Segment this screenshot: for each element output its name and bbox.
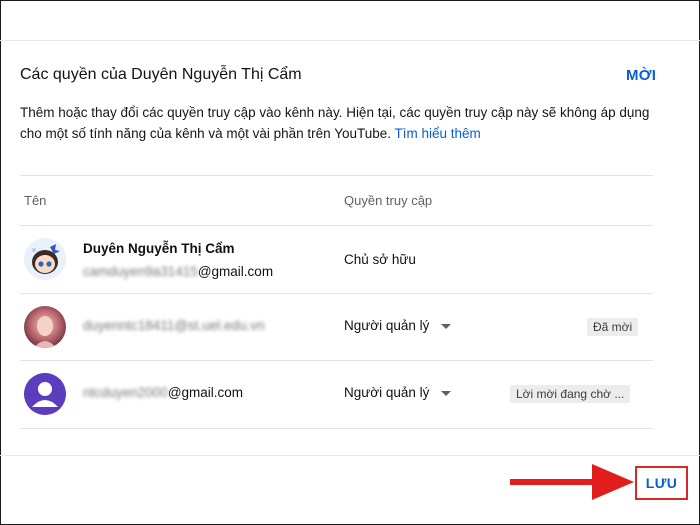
photo-avatar-icon (24, 306, 66, 348)
email-domain: @gmail.com (167, 385, 244, 400)
row-owner-name: Duyên Nguyễn Thị Cẩm (83, 241, 235, 256)
caret-down-icon (441, 390, 452, 396)
header-name: Tên (24, 193, 47, 208)
role-label: Người quản lý (344, 318, 430, 333)
role-select-manager-2[interactable]: Người quản lý (344, 385, 452, 400)
table-divider (20, 428, 653, 429)
email-user-blurred: duyenntc18411@st.uel.edu.vn (83, 318, 265, 333)
cartoon-girl-icon (24, 238, 66, 280)
avatar-default (24, 373, 66, 415)
status-badge-invited: Đã mời (587, 318, 639, 336)
row-owner-email: camduyen9a31415@gmail.com (83, 264, 273, 279)
table-row-owner: Duyên Nguyễn Thị Cẩm camduyen9a31415@gma… (20, 225, 653, 293)
avatar-cartoon-girl (24, 238, 66, 280)
dialog-title: Các quyền của Duyên Nguyễn Thị Cẩm (20, 66, 302, 83)
email-user-blurred: ntcduyen2000 (83, 385, 168, 400)
footer-divider (0, 455, 700, 456)
email-user-blurred: camduyen9a31415 (83, 264, 198, 279)
header-access: Quyền truy cập (344, 193, 433, 208)
table-row-manager-2: ntcduyen2000@gmail.com Người quản lý Lời… (20, 360, 653, 428)
save-button[interactable]: LƯU (635, 466, 688, 500)
dialog-description: Thêm hoặc thay đổi các quyền truy cập và… (20, 102, 660, 144)
learn-more-link[interactable]: Tìm hiểu thêm (395, 126, 481, 141)
caret-down-icon (441, 323, 452, 329)
row-manager-1-email: duyenntc18411@st.uel.edu.vn (83, 318, 265, 333)
table-divider (20, 175, 653, 176)
top-divider (0, 40, 700, 41)
role-select-manager-1[interactable]: Người quản lý (344, 318, 452, 333)
email-domain: @gmail.com (197, 264, 274, 279)
description-text: Thêm hoặc thay đổi các quyền truy cập và… (20, 105, 650, 141)
status-badge-pending: Lời mời đang chờ ... (510, 385, 631, 403)
table-row-manager-1: duyenntc18411@st.uel.edu.vn Người quản l… (20, 293, 653, 360)
avatar-photo (24, 306, 66, 348)
row-manager-2-email: ntcduyen2000@gmail.com (83, 385, 243, 400)
invite-button[interactable]: MỜI (626, 67, 656, 84)
person-icon (24, 373, 66, 415)
red-arrow-icon (510, 464, 634, 500)
role-label: Người quản lý (344, 385, 430, 400)
role-owner: Chủ sở hữu (344, 252, 416, 267)
